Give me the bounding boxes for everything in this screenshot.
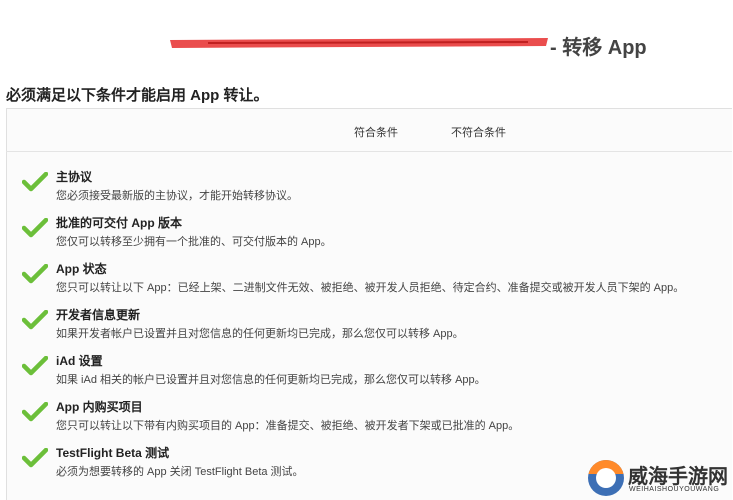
check-icon: [22, 218, 48, 238]
check-icon: [22, 172, 48, 192]
check-icon: [22, 264, 48, 284]
condition-row: iAd 设置如果 iAd 相关的帐户已设置并且对您信息的任何更新均已完成，那么您…: [0, 352, 733, 398]
check-icon: [22, 356, 48, 376]
condition-row: 开发者信息更新如果开发者帐户已设置并且对您信息的任何更新均已完成，那么您仅可以转…: [0, 306, 733, 352]
condition-row: App 内购买项目您只可以转让以下带有内购买项目的 App：准备提交、被拒绝、被…: [0, 398, 733, 444]
check-icon: [22, 310, 48, 330]
condition-title: TestFlight Beta 测试: [56, 446, 170, 460]
condition-description: 您仅可以转移至少拥有一个批准的、可交付版本的 App。: [56, 236, 332, 248]
condition-row: App 状态您只可以转让以下 App：已经上架、二进制文件无效、被拒绝、被开发人…: [0, 260, 733, 306]
condition-row: 主协议您必须接受最新版的主协议，才能开始转移协议。: [0, 168, 733, 214]
condition-title: iAd 设置: [56, 354, 103, 368]
check-icon: [22, 448, 48, 468]
watermark-url: WEIHAISHOUYOUWANG: [629, 486, 720, 493]
condition-description: 如果开发者帐户已设置并且对您信息的任何更新均已完成，那么您仅可以转移 App。: [56, 328, 464, 340]
redacted-title: [170, 38, 548, 48]
condition-description: 您只可以转让以下带有内购买项目的 App：准备提交、被拒绝、被开发者下架或已批准…: [56, 420, 520, 432]
condition-title: 开发者信息更新: [56, 308, 141, 322]
check-icon: [22, 402, 48, 422]
watermark-logo-icon: [588, 460, 624, 496]
watermark-name: 威海手游网: [628, 466, 728, 488]
divider: [6, 151, 732, 152]
column-header-not-met: 不符合条件: [451, 127, 506, 139]
watermark: 威海手游网 WEIHAISHOUYOUWANG: [586, 458, 733, 500]
page-title: - 转移 App: [550, 37, 647, 59]
condition-description: 如果 iAd 相关的帐户已设置并且对您信息的任何更新均已完成，那么您仅可以转移 …: [56, 374, 486, 386]
condition-description: 必须为想要转移的 App 关闭 TestFlight Beta 测试。: [56, 466, 304, 478]
condition-title: 主协议: [56, 170, 93, 184]
condition-row: 批准的可交付 App 版本您仅可以转移至少拥有一个批准的、可交付版本的 App。: [0, 214, 733, 260]
condition-title: 批准的可交付 App 版本: [56, 216, 182, 230]
condition-title: App 内购买项目: [56, 400, 143, 414]
column-header-met: 符合条件: [354, 127, 398, 139]
condition-title: App 状态: [56, 262, 107, 276]
transfer-requirements-heading: 必须满足以下条件才能启用 App 转让。: [6, 87, 269, 104]
page-header: - 转移 App: [0, 28, 733, 60]
condition-description: 您必须接受最新版的主协议，才能开始转移协议。: [56, 190, 298, 202]
condition-description: 您只可以转让以下 App：已经上架、二进制文件无效、被拒绝、被开发人员拒绝、待定…: [56, 282, 685, 294]
